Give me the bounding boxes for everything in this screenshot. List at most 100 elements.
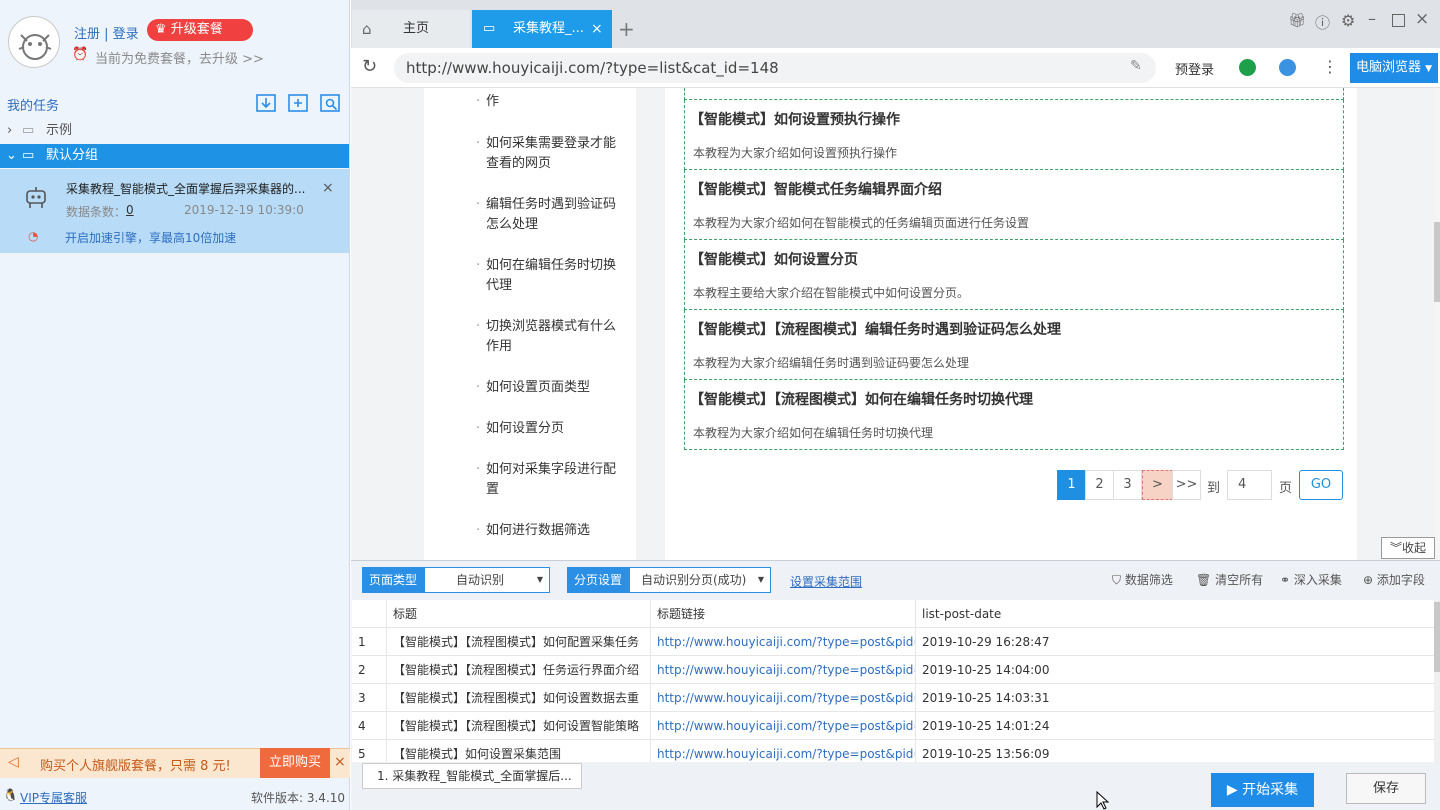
tree-group-example[interactable]: › ▭ 示例 <box>0 119 349 143</box>
cell-link[interactable]: http://www.houyicaiji.com/?type=post&pid… <box>651 712 916 740</box>
table-row[interactable]: 5 【智能模式】如何设置采集范围 http://www.houyicaiji.c… <box>352 740 1434 762</box>
page-type-select[interactable]: 自动识别 ▼ <box>424 567 550 593</box>
task-chip[interactable]: 1. 采集教程_智能模式_全面掌握后... <box>362 763 582 789</box>
tab-home[interactable]: ⌂ 主页 <box>352 10 470 48</box>
table-row[interactable]: 1 【智能模式】【流程图模式】如何配置采集任务 http://www.houyi… <box>352 628 1434 656</box>
article-title[interactable]: 【智能模式】如何设置预执行操作 <box>690 109 900 129</box>
page-3-button[interactable]: 3 <box>1113 470 1142 500</box>
new-task-icon[interactable] <box>288 94 308 112</box>
set-range-link[interactable]: 设置采集范围 <box>790 573 862 590</box>
column-header[interactable]: 标题 <box>387 600 651 628</box>
maximize-icon[interactable] <box>1392 14 1405 27</box>
login-links[interactable]: 注册 | 登录 <box>74 23 139 42</box>
article-item[interactable]: 【智能模式】如何设置分页 本教程主要给大家介绍在智能模式中如何设置分页。 <box>684 240 1344 310</box>
add-field-button[interactable]: ⊕ 添加字段 <box>1363 571 1425 588</box>
paging-select[interactable]: 自动识别分页(成功) ▼ <box>629 567 771 593</box>
avatar[interactable] <box>8 16 60 68</box>
save-button[interactable]: 保存 <box>1346 773 1426 804</box>
search-task-icon[interactable] <box>320 94 340 112</box>
minimize-icon[interactable]: – <box>1368 9 1376 28</box>
close-promo-icon[interactable]: × <box>334 754 346 770</box>
prelogin-button[interactable]: 预登录 <box>1175 59 1214 78</box>
cell-date[interactable]: 2019-10-25 14:03:31 <box>916 684 1434 712</box>
cell-link[interactable]: http://www.houyicaiji.com/?type=post&pid… <box>651 656 916 684</box>
cell-date[interactable]: 2019-10-29 16:28:47 <box>916 628 1434 656</box>
cell-date[interactable]: 2019-10-25 14:01:24 <box>916 712 1434 740</box>
page-2-button[interactable]: 2 <box>1085 470 1114 500</box>
article-item[interactable]: 【智能模式】【流程图模式】编辑任务时遇到验证码怎么处理本教程为大家介绍编辑任务时… <box>684 310 1344 380</box>
collapse-button[interactable]: ︾收起 <box>1381 537 1435 559</box>
left-nav-item[interactable]: 如何对采集字段进行配置 <box>476 460 616 500</box>
gift-icon[interactable]: 🎁︎ <box>1288 13 1306 29</box>
buy-now-button[interactable]: 立即购买 <box>260 748 330 778</box>
left-nav-item[interactable]: 如何进行数据筛选 <box>476 521 616 541</box>
upgrade-button[interactable]: ♛ 升级套餐 <box>147 19 253 41</box>
page-type-value: 自动识别 <box>456 573 505 587</box>
page-number-input[interactable]: 4 <box>1227 470 1272 500</box>
gear-icon[interactable]: ⚙ <box>1341 11 1355 30</box>
cell-link[interactable]: http://www.houyicaiji.com/?type=post&pid… <box>651 628 916 656</box>
last-page-button[interactable]: >> <box>1172 470 1201 500</box>
edit-icon[interactable]: ✎ <box>1130 58 1142 74</box>
left-nav-item[interactable]: 切换浏览器模式有什么作用 <box>476 317 616 357</box>
article-item[interactable]: 【智能模式】【流程图模式】如何在编辑任务时切换代理 本教程为大家介绍如何在编辑任务… <box>684 380 1344 450</box>
column-header[interactable]: list-post-date <box>916 600 1434 628</box>
cell-title[interactable]: 【智能模式】如何设置采集范围 <box>387 740 651 762</box>
left-nav-item[interactable]: 编辑任务时遇到验证码怎么处理 <box>476 195 616 235</box>
cell-title[interactable]: 【智能模式】【流程图模式】如何设置智能策略 <box>387 712 651 740</box>
help-icon[interactable]: ⓘ <box>1315 12 1330 33</box>
close-tab-icon[interactable]: × <box>591 10 603 48</box>
tree-group-default[interactable]: ⌄ ▭ 默认分组 <box>0 144 349 168</box>
cell-title[interactable]: 【智能模式】【流程图模式】如何设置数据去重 <box>387 684 651 712</box>
task-card[interactable]: 采集教程_智能模式_全面掌握后羿采集器的... × 数据条数： 0 2019-1… <box>0 169 349 253</box>
alarm-icon: ⏰ <box>72 47 89 62</box>
cell-link[interactable]: http://www.houyicaiji.com/?type=post&pid… <box>651 740 916 762</box>
new-tab-icon[interactable]: + <box>618 17 635 41</box>
left-nav-item[interactable]: 作 <box>476 92 616 112</box>
close-window-icon[interactable]: × <box>1415 9 1429 29</box>
article-title[interactable]: 【智能模式】【流程图模式】如何在编辑任务时切换代理 <box>690 389 1033 409</box>
close-icon[interactable]: × <box>322 180 334 196</box>
browser-mode-select[interactable]: 电脑浏览器 ▼ <box>1350 53 1438 83</box>
article-item[interactable]: 【智能模式】如何设置预执行操作 本教程为大家介绍如何设置预执行操作 <box>684 100 1344 170</box>
boost-link[interactable]: 开启加速引擎，享最高10倍加速 <box>65 229 236 246</box>
tab-tutorial[interactable]: ▭ 采集教程_... × <box>472 10 612 48</box>
go-button[interactable]: GO <box>1299 470 1343 500</box>
refresh-icon[interactable]: ↻ <box>362 56 377 77</box>
table-row[interactable]: 4 【智能模式】【流程图模式】如何设置智能策略 http://www.houyi… <box>352 712 1434 740</box>
deep-collect-button[interactable]: ⚭ 深入采集 <box>1280 571 1342 588</box>
table-row[interactable]: 2 【智能模式】【流程图模式】任务运行界面介绍 http://www.houyi… <box>352 656 1434 684</box>
filter-button[interactable]: ⛉ 数据筛选 <box>1112 571 1173 588</box>
article-item[interactable]: 【智能模式】智能模式任务编辑界面介绍 本教程为大家介绍如何在智能模式的任务编辑页面… <box>684 170 1344 240</box>
cell-date[interactable]: 2019-10-25 14:04:00 <box>916 656 1434 684</box>
cell-title[interactable]: 【智能模式】【流程图模式】如何配置采集任务 <box>387 628 651 656</box>
page-1-button[interactable]: 1 <box>1057 470 1086 500</box>
cell-date[interactable]: 2019-10-25 13:56:09 <box>916 740 1434 762</box>
article-title[interactable]: 【智能模式】如何设置分页 <box>690 249 858 269</box>
left-nav-item[interactable]: 如何在编辑任务时切换代理 <box>476 256 616 296</box>
article-desc: 本教程为大家介绍编辑任务时遇到验证码要怎么处理 <box>693 356 970 370</box>
table-row[interactable]: 3 【智能模式】【流程图模式】如何设置数据去重 http://www.houyi… <box>352 684 1434 712</box>
left-nav-item[interactable]: 如何设置页面类型 <box>476 378 616 398</box>
table-scrollbar[interactable] <box>1434 600 1440 762</box>
import-icon[interactable] <box>256 94 276 112</box>
left-nav-item[interactable]: 如何采集需要登录才能查看的网页 <box>476 134 616 174</box>
paging-value: 自动识别分页(成功) <box>641 573 747 587</box>
speed-mode-icon[interactable] <box>1279 59 1296 76</box>
data-count[interactable]: 0 <box>126 203 134 217</box>
vip-service-link[interactable]: VIP专属客服 <box>20 789 87 806</box>
next-page-button[interactable]: > <box>1142 470 1173 500</box>
article-title[interactable]: 【智能模式】【流程图模式】编辑任务时遇到验证码怎么处理 <box>690 319 1061 339</box>
cell-link[interactable]: http://www.houyicaiji.com/?type=post&pid… <box>651 684 916 712</box>
plan-text[interactable]: 当前为免费套餐，去升级 >> <box>95 48 264 67</box>
cell-title[interactable]: 【智能模式】【流程图模式】任务运行界面介绍 <box>387 656 651 684</box>
web-scrollbar[interactable] <box>1434 88 1440 560</box>
article-title[interactable]: 【智能模式】智能模式任务编辑界面介绍 <box>690 179 942 199</box>
clear-all-button[interactable]: 🗑︎ 清空所有 <box>1196 571 1263 588</box>
more-icon[interactable]: ⋮ <box>1322 57 1338 76</box>
left-nav-item[interactable]: 如何设置分页 <box>476 419 616 439</box>
proxy-icon[interactable] <box>1239 59 1256 76</box>
column-header[interactable]: 标题链接 <box>651 600 916 628</box>
url-input[interactable]: http://www.houyicaiji.com/?type=list&cat… <box>394 53 1156 83</box>
start-collect-button[interactable]: ▶ 开始采集 <box>1211 773 1314 807</box>
